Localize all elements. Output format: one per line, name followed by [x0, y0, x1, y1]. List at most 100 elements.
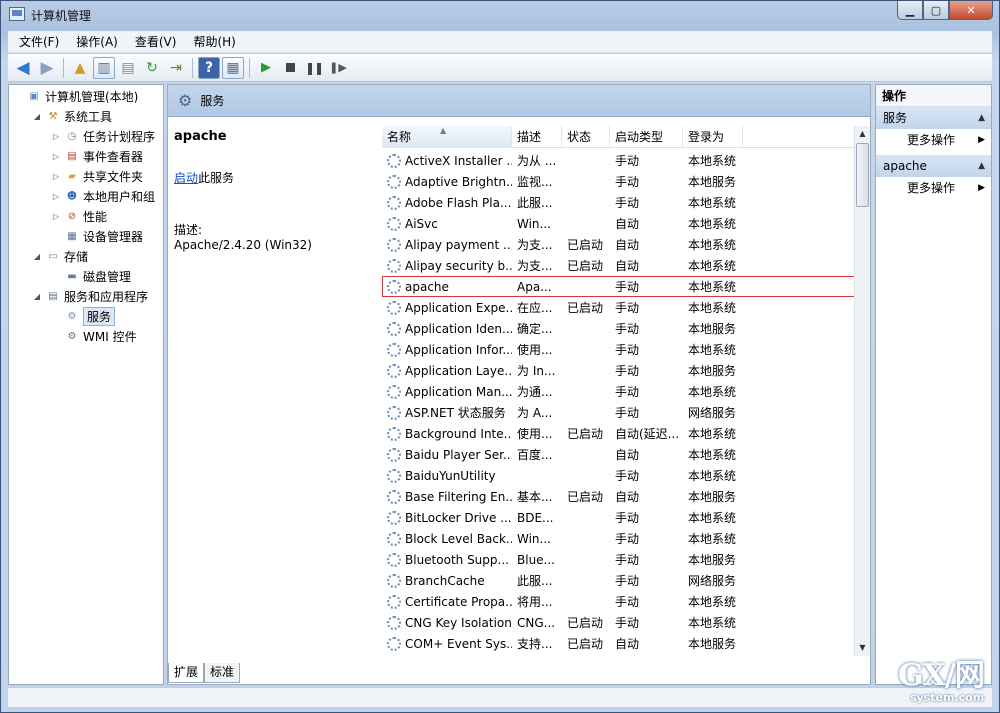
scroll-down-icon[interactable]: ▼: [855, 640, 870, 656]
service-row[interactable]: BaiduYunUtility 手动 本地系统: [382, 465, 856, 486]
service-row[interactable]: Application Man... 为通... 手动 本地系统: [382, 381, 856, 402]
expander-icon[interactable]: ▷: [51, 212, 61, 221]
service-row[interactable]: Bluetooth Supp... Blue... 手动 本地服务: [382, 549, 856, 570]
tree-node[interactable]: ◢ ▭ 存储: [32, 247, 88, 266]
menu-help[interactable]: 帮助(H): [182, 33, 241, 50]
service-row[interactable]: Background Inte... 使用... 已启动 自动(延迟... 本地系统: [382, 423, 856, 444]
service-row[interactable]: Block Level Back... Win... 手动 本地系统: [382, 528, 856, 549]
more-actions-apache[interactable]: 更多操作 ▶: [876, 177, 991, 199]
tab-extended[interactable]: 扩展: [168, 663, 205, 683]
properties-icon[interactable]: ▤: [117, 57, 139, 79]
service-description: 确定...: [517, 322, 553, 336]
service-row[interactable]: Application Expe... 在应... 已启动 手动 本地系统: [382, 297, 856, 318]
pause-service-icon[interactable]: ❚❚: [303, 57, 325, 79]
description-value: Apache/2.4.20 (Win32): [174, 238, 312, 252]
start-service-icon[interactable]: ▶: [255, 57, 277, 79]
show-hide-tree-icon[interactable]: ▥: [93, 56, 115, 79]
service-gear-icon: [387, 363, 401, 378]
tree-node[interactable]: ▦ 设备管理器: [51, 227, 143, 246]
expander-icon[interactable]: ◢: [32, 112, 42, 121]
service-row[interactable]: Adobe Flash Pla... 此服... 手动 本地系统: [382, 192, 856, 213]
expander-icon[interactable]: ▷: [51, 152, 61, 161]
tab-standard[interactable]: 标准: [204, 663, 241, 683]
show-hide-action-pane-icon[interactable]: ▦: [222, 56, 244, 79]
menu-view[interactable]: 查看(V): [124, 33, 183, 50]
expander-icon[interactable]: ◢: [32, 292, 42, 301]
service-logon: 本地系统: [688, 511, 737, 525]
minimize-button[interactable]: ▁: [897, 1, 923, 20]
up-folder-icon[interactable]: ▲: [69, 57, 91, 79]
expander-icon[interactable]: ▷: [51, 172, 61, 181]
column-header-description[interactable]: 描述: [512, 126, 562, 148]
service-name: CNG Key Isolation: [382, 615, 512, 630]
refresh-icon[interactable]: ↻: [141, 57, 163, 79]
scroll-up-icon[interactable]: ▲: [855, 126, 870, 142]
service-row[interactable]: Base Filtering En... 基本... 已启动 自动 本地服务: [382, 486, 856, 507]
expander-icon[interactable]: ▷: [51, 192, 61, 201]
export-list-icon[interactable]: ⇥: [165, 57, 187, 79]
tree-node[interactable]: ▷ ☻ 本地用户和组: [51, 187, 155, 206]
service-row-selected[interactable]: apache Apa... 手动 本地系统: [382, 276, 856, 297]
service-row[interactable]: Baidu Player Ser... 百度... 自动 本地系统: [382, 444, 856, 465]
service-row[interactable]: ActiveX Installer ... 为从 ... 手动 本地系统: [382, 150, 856, 171]
column-header-status[interactable]: 状态: [562, 126, 610, 148]
service-row[interactable]: ASP.NET 状态服务为 A... 手动 网络服务: [382, 402, 856, 423]
maximize-button[interactable]: ▢: [923, 1, 949, 20]
tree-node[interactable]: ▬ 磁盘管理: [51, 267, 131, 286]
action-group-services[interactable]: 服务 ▲: [876, 107, 991, 129]
service-row[interactable]: Certificate Propa... 将用... 手动 本地系统: [382, 591, 856, 612]
service-name: Alipay payment ...: [382, 237, 512, 252]
title-bar[interactable]: 计算机管理 ▁ ▢ ✕: [1, 1, 999, 29]
column-header-logon-as[interactable]: 登录为: [683, 126, 743, 148]
expander-icon[interactable]: ◢: [32, 252, 42, 261]
vertical-scrollbar[interactable]: ▲ ▼: [854, 126, 870, 656]
column-header-startup-type[interactable]: 启动类型: [610, 126, 683, 148]
service-row[interactable]: Application Iden... 确定... 手动 本地服务: [382, 318, 856, 339]
start-service-link[interactable]: 启动: [174, 171, 198, 185]
service-description: 为支...: [517, 259, 553, 273]
service-row[interactable]: Alipay payment ... 为支... 已启动 自动 本地系统: [382, 234, 856, 255]
service-row[interactable]: BranchCache 此服... 手动 网络服务: [382, 570, 856, 591]
stop-service-icon[interactable]: [279, 57, 301, 79]
tree-node[interactable]: ▷ ▰ 共享文件夹: [51, 167, 143, 186]
service-gear-icon: [387, 342, 401, 357]
service-logon: 本地系统: [688, 217, 737, 231]
service-row[interactable]: Application Laye... 为 In... 手动 本地服务: [382, 360, 856, 381]
service-description: Win...: [517, 531, 551, 546]
close-button[interactable]: ✕: [949, 1, 993, 20]
action-group-apache[interactable]: apache ▲: [876, 155, 991, 177]
service-logon: 本地系统: [688, 427, 737, 441]
menu-action[interactable]: 操作(A): [65, 33, 124, 50]
expander-icon[interactable]: ▷: [51, 132, 61, 141]
collapse-icon: ▲: [978, 161, 985, 171]
tree-node[interactable]: ▷ ▤ 事件查看器: [51, 147, 143, 166]
service-row[interactable]: BitLocker Drive ... BDE... 手动 本地系统: [382, 507, 856, 528]
service-gear-icon: [387, 594, 401, 609]
service-row[interactable]: CNG Key Isolation CNG... 已启动 手动 本地系统: [382, 612, 856, 633]
service-row[interactable]: Alipay security b... 为支... 已启动 自动 本地系统: [382, 255, 856, 276]
service-gear-icon: [387, 489, 401, 504]
tree-node[interactable]: ▷ ◷ 任务计划程序: [51, 127, 155, 146]
more-actions-services[interactable]: 更多操作 ▶: [876, 129, 991, 151]
menu-file[interactable]: 文件(F): [8, 33, 65, 50]
service-row[interactable]: AiSvc Win... 自动 本地系统: [382, 213, 856, 234]
column-header-name[interactable]: ▲ 名称: [382, 126, 512, 148]
tree-node[interactable]: ⚙ WMI 控件: [51, 327, 137, 346]
service-row[interactable]: Application Infor... 使用... 手动 本地系统: [382, 339, 856, 360]
tree-node[interactable]: ◢ ⚒ 系统工具: [32, 107, 112, 126]
tree-node[interactable]: ▷ ⊘ 性能: [51, 207, 107, 226]
service-action-line: 启动此服务: [174, 169, 234, 186]
forward-icon[interactable]: ▶: [36, 57, 58, 79]
back-icon[interactable]: ◀: [12, 57, 34, 79]
tree-node[interactable]: ◢ ▤ 服务和应用程序: [32, 287, 148, 306]
help-icon[interactable]: ?: [198, 56, 220, 79]
tree-node[interactable]: ⚙ 服务: [51, 307, 116, 326]
service-row[interactable]: COM+ System A...管理...手动本地系统: [382, 654, 856, 656]
service-row[interactable]: COM+ Event Sys... 支持... 已启动 自动 本地服务: [382, 633, 856, 654]
restart-service-icon[interactable]: ❚▶: [327, 57, 349, 79]
service-row[interactable]: Adaptive Brightn... 监视... 手动 本地服务: [382, 171, 856, 192]
tree-node[interactable]: ▣ 计算机管理(本地): [13, 87, 138, 106]
scroll-thumb[interactable]: [856, 143, 869, 207]
site-watermark-logo: GX/网 system.com: [898, 661, 990, 705]
service-status: 已启动: [567, 490, 604, 504]
